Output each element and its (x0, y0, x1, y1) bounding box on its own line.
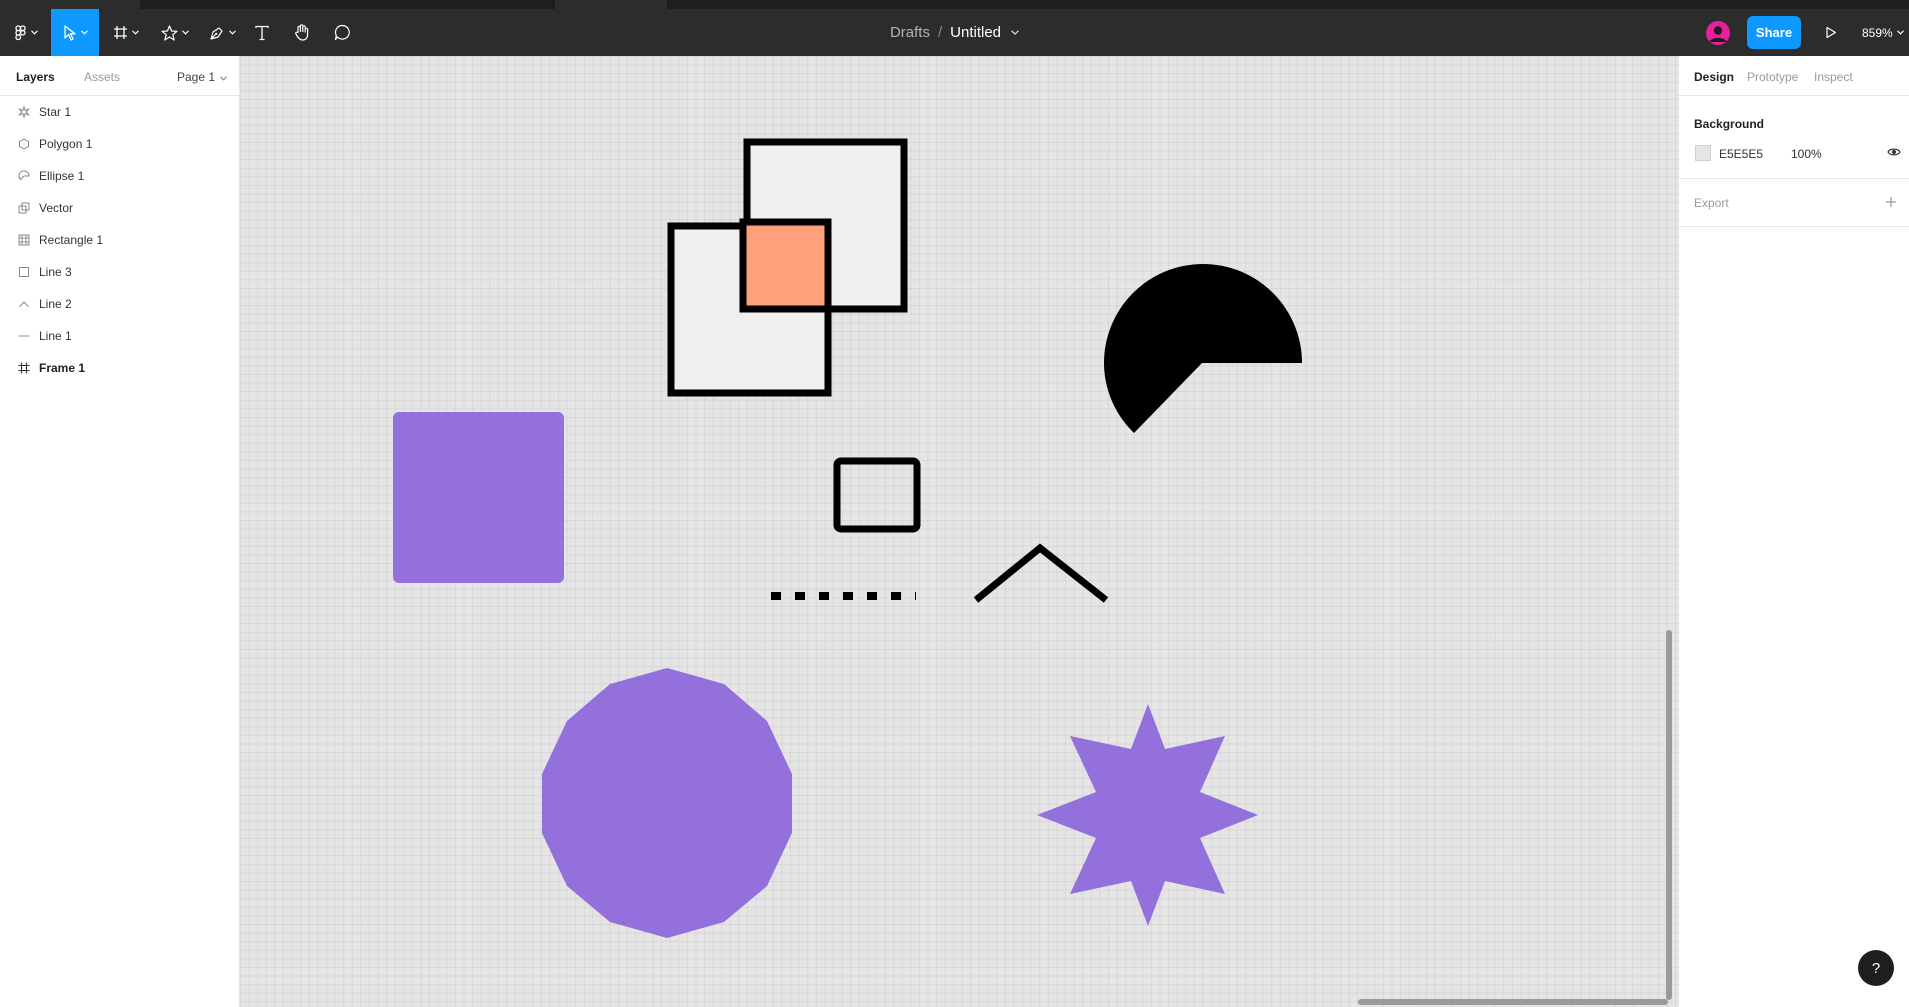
main-menu-button[interactable] (8, 9, 44, 56)
purple-star[interactable] (1037, 704, 1258, 926)
text-tool-button[interactable] (248, 9, 276, 56)
layer-label: Frame 1 (39, 361, 86, 375)
pen-tool-button[interactable] (204, 9, 240, 56)
layer-frame-1[interactable]: Frame 1 (0, 352, 239, 384)
zoom-level: 859% (1862, 25, 1893, 40)
ellipse-icon (17, 169, 31, 183)
chevron-down-icon (80, 30, 88, 35)
hand-tool-button[interactable] (288, 9, 316, 56)
layer-rectangle-1[interactable]: Rectangle 1 (0, 224, 239, 256)
layer-label: Line 2 (39, 297, 72, 311)
layer-label: Rectangle 1 (39, 233, 104, 247)
figma-menu-icon (14, 24, 26, 40)
tab-strip-segment (555, 0, 667, 9)
breadcrumb-separator: / (937, 24, 943, 41)
layer-line-3[interactable]: Line 3 (0, 256, 239, 288)
file-title[interactable]: Untitled (950, 24, 1001, 41)
help-button[interactable]: ? (1858, 950, 1894, 986)
plus-icon[interactable] (1885, 196, 1897, 208)
chevron-down-icon (132, 30, 139, 35)
chevron-down-icon[interactable] (1011, 30, 1019, 35)
line-icon (17, 329, 31, 343)
user-avatar-icon (1709, 26, 1727, 42)
background-opacity-value[interactable]: 100% (1791, 147, 1822, 161)
section-divider (1679, 178, 1909, 179)
chevron-down-icon (30, 30, 38, 35)
rectangle-outline-icon (17, 265, 31, 279)
horizontal-scrollbar[interactable] (1358, 999, 1668, 1005)
frame-icon (17, 361, 31, 375)
present-button[interactable] (1818, 9, 1844, 56)
canvas[interactable] (240, 56, 1678, 1007)
layer-line-1[interactable]: Line 1 (0, 320, 239, 352)
move-tool-button[interactable] (51, 9, 99, 56)
comment-tool-button[interactable] (328, 9, 356, 56)
text-tool-icon (255, 25, 269, 40)
layer-label: Vector (39, 201, 74, 215)
caret-line[interactable] (973, 543, 1109, 603)
shape-tool-button[interactable] (156, 9, 194, 56)
caret-line-icon (17, 297, 31, 311)
layer-vector[interactable]: Vector (0, 192, 239, 224)
layer-line-2[interactable]: Line 2 (0, 288, 239, 320)
page-selector-label: Page 1 (177, 70, 216, 84)
tab-layers[interactable]: Layers (16, 70, 55, 84)
layers-panel: Layers Assets Page 1 Star 1 Polygon 1 El… (0, 56, 240, 1007)
browser-tab-strip (0, 0, 1909, 9)
layer-label: Ellipse 1 (39, 169, 85, 183)
tab-inspect[interactable]: Inspect (1814, 70, 1853, 84)
tab-assets[interactable]: Assets (84, 70, 120, 84)
shape-tool-icon (161, 24, 178, 41)
play-icon (1826, 26, 1837, 39)
toolbar: Drafts / Untitled Share 859% (0, 9, 1909, 56)
layer-ellipse-1[interactable]: Ellipse 1 (0, 160, 239, 192)
layer-star-1[interactable]: Star 1 (0, 96, 239, 128)
vertical-scrollbar[interactable] (1666, 630, 1672, 1000)
tab-design[interactable]: Design (1694, 70, 1734, 84)
layer-label: Line 1 (39, 329, 72, 343)
hand-tool-icon (295, 24, 309, 41)
move-tool-icon (63, 24, 76, 41)
ellipse-arc-shape[interactable] (1104, 264, 1302, 433)
layer-label: Star 1 (39, 105, 72, 119)
layer-label: Line 3 (39, 265, 72, 279)
share-button[interactable]: Share (1747, 16, 1801, 49)
section-divider (1679, 226, 1909, 227)
avatar[interactable] (1706, 21, 1730, 45)
background-hex-value[interactable]: E5E5E5 (1719, 147, 1763, 161)
page-selector[interactable]: Page 1 (177, 70, 228, 84)
left-panel-tabs: Layers Assets Page 1 (0, 56, 240, 96)
chevron-down-icon (220, 76, 228, 81)
comment-tool-icon (334, 24, 350, 41)
frame-tool-button[interactable] (108, 9, 144, 56)
polygon-icon (17, 137, 31, 151)
canvas-shapes (393, 138, 1302, 938)
purple-rectangle[interactable] (393, 412, 564, 583)
eye-icon[interactable] (1887, 146, 1901, 158)
right-panel-tabs: Design Prototype Inspect (1679, 56, 1909, 96)
background-section-title: Background (1694, 117, 1765, 131)
layer-polygon-1[interactable]: Polygon 1 (0, 128, 239, 160)
breadcrumb: Drafts / Untitled (0, 9, 1909, 56)
export-section-title: Export (1694, 196, 1729, 210)
tab-strip-segment (0, 0, 140, 9)
purple-polygon[interactable] (542, 668, 792, 938)
frame-tool-icon (114, 26, 127, 39)
overlap-square-orange[interactable] (739, 218, 832, 313)
breadcrumb-drafts[interactable]: Drafts (890, 24, 930, 41)
small-outline-square[interactable] (833, 457, 921, 533)
background-color-swatch[interactable] (1695, 145, 1711, 161)
design-panel: Design Prototype Inspect Background E5E5… (1678, 56, 1909, 1007)
zoom-control[interactable]: 859% (1862, 9, 1904, 56)
vector-icon (17, 201, 31, 215)
pen-tool-icon (209, 26, 223, 40)
chevron-down-icon (1896, 30, 1904, 35)
tab-prototype[interactable]: Prototype (1747, 70, 1798, 84)
chevron-down-icon (228, 30, 236, 35)
chevron-down-icon (182, 30, 189, 35)
rectangle-icon (17, 233, 31, 247)
star-icon (17, 105, 31, 119)
layer-label: Polygon 1 (39, 137, 93, 151)
